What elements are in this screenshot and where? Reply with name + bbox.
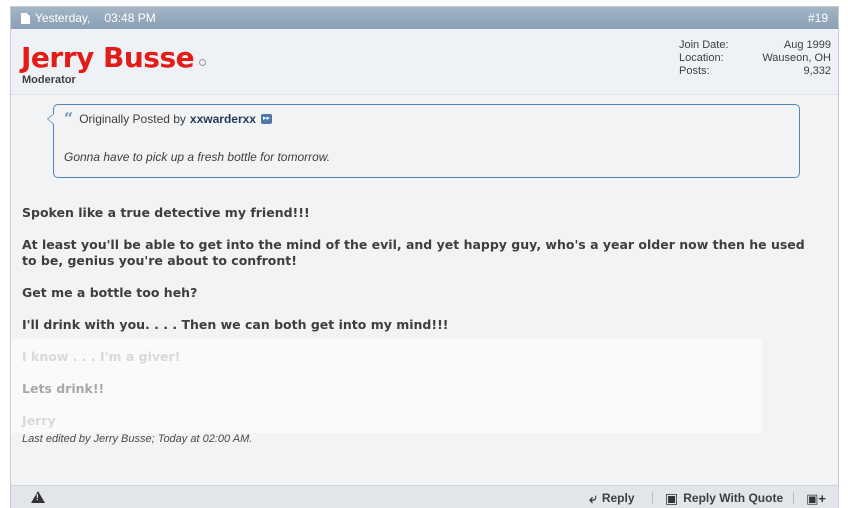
post-time: 03:48 PM [104, 11, 156, 25]
reply-with-quote-label: Reply With Quote [683, 491, 784, 505]
username-link[interactable]: Jerry Busse [21, 41, 195, 74]
quote-pointer [47, 113, 54, 125]
quote-icon: “ [64, 109, 74, 128]
user-info: Jerry Busse Moderator Join Date: Aug 199… [11, 29, 838, 95]
divider [652, 492, 653, 504]
reply-label: Reply [601, 491, 635, 505]
post-footer: ⤶ Reply ▣ Reply With Quote ▣+ [11, 485, 838, 508]
quote-text: Gonna have to pick up a fresh bottle for… [64, 150, 331, 164]
stat-label: Join Date: [679, 39, 729, 51]
quote-block: “ Originally Posted by xxwarderxx ▸▸ Gon… [47, 104, 800, 178]
stat-value: 9,332 [803, 65, 831, 77]
online-status-icon [199, 59, 206, 66]
message-line: I'll drink with you. . . . Then we can b… [22, 317, 449, 332]
reply-with-quote-button[interactable]: ▣ Reply With Quote [665, 491, 783, 505]
report-icon[interactable] [31, 491, 45, 503]
post-number-link[interactable]: #19 [808, 11, 828, 25]
quote-header: “ Originally Posted by xxwarderxx ▸▸ [64, 109, 272, 128]
document-icon [21, 12, 30, 24]
view-post-icon[interactable]: ▸▸ [260, 114, 272, 124]
message-line: Spoken like a true detective my friend!!… [22, 205, 310, 220]
stat-location: Location: Wauseon, OH [679, 52, 831, 65]
quote-prefix: Originally Posted by [79, 112, 186, 126]
post: Yesterday, 03:48 PM #19 Jerry Busse Mode… [10, 6, 839, 508]
post-date-day: Yesterday, [35, 11, 91, 25]
post-date: Yesterday, 03:48 PM [21, 11, 156, 25]
message-line: I know . . . I'm a giver! [22, 349, 181, 364]
stat-label: Posts: [679, 65, 710, 77]
multi-quote-icon[interactable]: ▣+ [806, 491, 826, 507]
divider [793, 492, 794, 504]
message-line: Lets drink!! [22, 381, 105, 396]
user-title: Moderator [22, 74, 76, 86]
stat-join-date: Join Date: Aug 1999 [679, 39, 831, 52]
reply-button[interactable]: ⤶ Reply [589, 491, 635, 505]
user-stats: Join Date: Aug 1999 Location: Wauseon, O… [679, 39, 831, 78]
message-line: Get me a bottle too heh? [22, 285, 198, 300]
message-line: At least you'll be able to get into the … [22, 237, 805, 268]
stat-label: Location: [679, 52, 724, 64]
reply-with-quote-icon: ▣ [665, 490, 679, 506]
reply-icon: ⤶ [589, 490, 597, 506]
last-edited: Last edited by Jerry Busse; Today at 02:… [22, 433, 253, 445]
post-header: Yesterday, 03:48 PM #19 [11, 7, 838, 29]
post-content: “ Originally Posted by xxwarderxx ▸▸ Gon… [11, 95, 838, 487]
signature: Jerry [22, 413, 56, 428]
stat-value: Aug 1999 [783, 39, 831, 51]
stat-posts: Posts: 9,332 [679, 65, 831, 78]
stat-value: Wauseon, OH [762, 52, 831, 64]
quote-author: xxwarderxx [189, 112, 256, 126]
